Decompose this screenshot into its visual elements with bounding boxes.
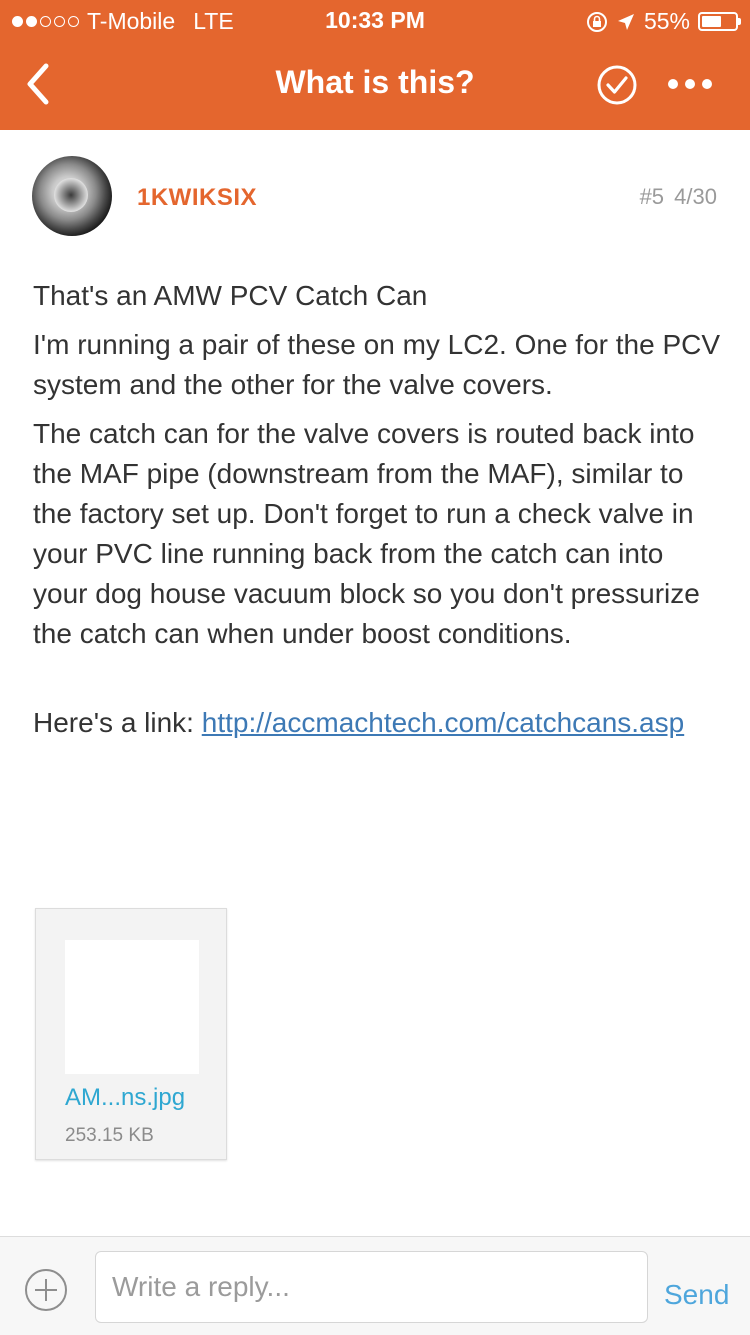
post-body: That's an AMW PCV Catch Can I'm running … bbox=[33, 276, 723, 752]
rotation-lock-icon bbox=[586, 11, 607, 32]
post-author[interactable]: 1KWIKSIX bbox=[137, 184, 257, 212]
post-paragraph: The catch can for the valve covers is ro… bbox=[33, 418, 700, 649]
post-header: 1KWIKSIX #5 4/30 bbox=[0, 150, 750, 245]
catch-cans-link-text: http://accmachtech.com/catchcans.asp bbox=[201, 707, 685, 738]
post-paragraph: I'm running a pair of these on my LC2. O… bbox=[33, 329, 721, 400]
plus-circle-icon bbox=[25, 1269, 67, 1311]
link-prefix: Here's a link: bbox=[33, 707, 202, 738]
send-button[interactable]: Send bbox=[664, 1279, 729, 1311]
status-bar: T-Mobile LTE 10:33 PM 55% bbox=[0, 0, 750, 40]
battery-icon bbox=[698, 12, 741, 31]
reply-input[interactable] bbox=[95, 1251, 648, 1323]
navigation-bar: What is this? bbox=[0, 40, 750, 130]
image-attachment[interactable]: AM...ns.jpg 253.15 KB bbox=[35, 908, 227, 1160]
ellipsis-icon bbox=[668, 79, 678, 89]
reply-bar: Send bbox=[0, 1236, 750, 1335]
battery-percent: 55% bbox=[643, 8, 690, 34]
post-meta: #5 4/30 bbox=[640, 184, 717, 210]
app-header: T-Mobile LTE 10:33 PM 55% What is this? bbox=[0, 0, 750, 130]
post-date: 4/30 bbox=[674, 184, 717, 209]
link-paragraph: Here's a link: http://accmachtech.com/ca… bbox=[33, 703, 723, 743]
catch-cans-link[interactable]: http://accmachtech.com/catchcans.asp bbox=[202, 707, 684, 738]
attachment-filename: AM...ns.jpg bbox=[65, 1084, 186, 1111]
add-attachment-button[interactable] bbox=[24, 1268, 68, 1312]
post-number: #5 bbox=[639, 184, 665, 209]
post-paragraph: That's an AMW PCV Catch Can bbox=[33, 280, 428, 311]
mark-solved-button[interactable] bbox=[596, 64, 638, 106]
location-arrow-icon bbox=[617, 13, 634, 30]
avatar[interactable] bbox=[32, 156, 112, 236]
more-options-button[interactable] bbox=[668, 74, 722, 94]
attachment-size: 253.15 KB bbox=[65, 1125, 154, 1146]
check-circle-icon bbox=[597, 65, 637, 105]
attachment-thumbnail bbox=[65, 940, 199, 1074]
